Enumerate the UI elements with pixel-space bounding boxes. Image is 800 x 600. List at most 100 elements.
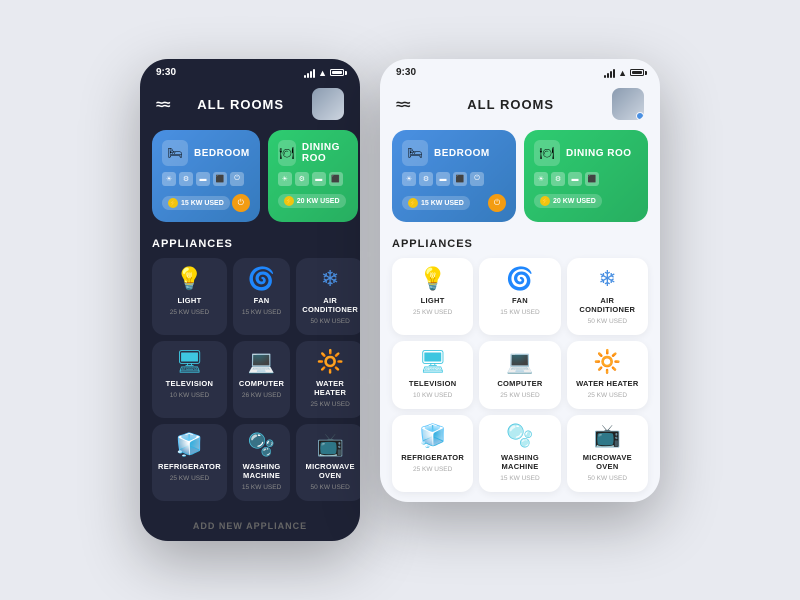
dark-appliance-tv[interactable]: 🖥 TELEVISION 10 KW USED [152, 341, 227, 418]
dark-logo: ≈≈ [156, 96, 169, 112]
light-bedroom-icon: 🛏 [402, 140, 428, 166]
l-microwave-icon: 📺 [594, 425, 621, 447]
l-fan-kw: 15 KW USED [500, 309, 539, 316]
dark-dining-card[interactable]: 🍽 DINING ROO ☀ ⚙ ▬ ⬛ ⚡ 20 KW USED [268, 130, 358, 222]
l-device-dot-6: ☀ [534, 172, 548, 186]
l-device-dot-8: ▬ [568, 172, 582, 186]
dark-appliance-fridge[interactable]: 🧊 REFRIGERATOR 25 KW USED [152, 424, 227, 501]
dark-appliance-washer[interactable]: 🫧 WASHING MACHINE 15 KW USED [233, 424, 290, 501]
dark-appliance-ac[interactable]: ❄ AIR CONDITIONER 50 KW USED [296, 258, 360, 335]
light-appliance-microwave[interactable]: 📺 MICROWAVE OVEN 50 KW USED [567, 415, 648, 492]
dark-appliance-fan[interactable]: 🌀 FAN 15 KW USED [233, 258, 290, 335]
device-dot-4: ⬛ [213, 172, 227, 186]
l-washer-name: WASHING MACHINE [485, 453, 554, 471]
light-appliance-washer[interactable]: 🫧 WASHING MACHINE 15 KW USED [479, 415, 560, 492]
light-dining-card[interactable]: 🍽 DINING ROO ☀ ⚙ ▬ ⬛ ⚡ 20 KW USED [524, 130, 648, 222]
dark-bedroom-devices: ☀ ⚙ ▬ ⬛ ⏻ [162, 172, 250, 186]
fridge-name: REFRIGERATOR [158, 462, 221, 471]
l-computer-kw: 25 KW USED [500, 392, 539, 399]
light-dining-kw: ⚡ 20 KW USED [534, 194, 602, 208]
computer-kw: 26 KW USED [242, 392, 281, 399]
light-appliance-ac[interactable]: ❄ AIR CONDITIONER 50 KW USED [567, 258, 648, 335]
l-ac-icon: ❄ [598, 268, 616, 290]
light-phone: 9:30 ▲ ≈≈ ALL ROOMS [380, 59, 660, 502]
l-ac-name: AIR CONDITIONER [573, 296, 642, 314]
light-appliances-title: APPLIANCES [380, 234, 660, 258]
l-fan-name: FAN [512, 296, 528, 305]
light-appliances-grid: 💡 LIGHT 25 KW USED 🌀 FAN 15 KW USED ❄ AI… [380, 258, 660, 502]
dark-dining-devices: ☀ ⚙ ▬ ⬛ [278, 172, 348, 186]
heater-name: WATER HEATER [302, 379, 358, 397]
computer-icon: 💻 [248, 351, 275, 373]
l-fridge-name: REFRIGERATOR [401, 453, 464, 462]
dark-bedroom-card[interactable]: 🛏 BEDROOM ☀ ⚙ ▬ ⬛ ⏻ ⚡ 15 KW USED ⏻ [152, 130, 260, 222]
device-dot-8: ▬ [312, 172, 326, 186]
light-icon: 💡 [176, 268, 203, 290]
light-status-bar: 9:30 ▲ [380, 59, 660, 82]
tv-icon: 🖥 [175, 351, 203, 373]
light-bedroom-kw: ⚡ 15 KW USED [402, 196, 470, 210]
dark-avatar[interactable] [312, 88, 344, 120]
light-appliance-computer[interactable]: 💻 COMPUTER 25 KW USED [479, 341, 560, 409]
kw-lightning: ⚡ [168, 198, 178, 208]
fan-name: FAN [254, 296, 270, 305]
light-kw: 25 KW USED [170, 309, 209, 316]
signal-icon [304, 68, 315, 78]
dark-rooms: 🛏 BEDROOM ☀ ⚙ ▬ ⬛ ⏻ ⚡ 15 KW USED ⏻ [140, 130, 360, 234]
microwave-icon: 📺 [316, 434, 343, 456]
l-device-dot-5: ⏻ [470, 172, 484, 186]
dark-add-btn[interactable]: ADD NEW APPLIANCE [140, 511, 360, 541]
dark-dining-header: 🍽 DINING ROO [278, 140, 348, 166]
device-dot-9: ⬛ [329, 172, 343, 186]
light-bedroom-devices: ☀ ⚙ ▬ ⬛ ⏻ [402, 172, 506, 186]
light-header: ≈≈ ALL ROOMS [380, 82, 660, 130]
dark-dining-name: DINING ROO [302, 142, 348, 164]
light-appliance-light[interactable]: 💡 LIGHT 25 KW USED [392, 258, 473, 335]
light-bedroom-power[interactable]: ⏻ [488, 194, 506, 212]
dark-dining-footer: ⚡ 20 KW USED [278, 194, 348, 208]
dark-appliance-heater[interactable]: 🔆 WATER HEATER 25 KW USED [296, 341, 360, 418]
dark-bedroom-kw: ⚡ 15 KW USED [162, 196, 230, 210]
light-bedroom-card[interactable]: 🛏 BEDROOM ☀ ⚙ ▬ ⬛ ⏻ ⚡ 15 KW USED ⏻ [392, 130, 516, 222]
dark-appliance-computer[interactable]: 💻 COMPUTER 26 KW USED [233, 341, 290, 418]
l-fan-icon: 🌀 [506, 268, 533, 290]
washer-name: WASHING MACHINE [239, 462, 284, 480]
l-device-dot-2: ⚙ [419, 172, 433, 186]
l-washer-icon: 🫧 [506, 425, 533, 447]
light-avatar[interactable] [612, 88, 644, 120]
light-name: LIGHT [177, 296, 201, 305]
light-kw-lightning: ⚡ [408, 198, 418, 208]
screens-container: 9:30 ▲ ≈≈ ALL ROOMS [140, 59, 660, 541]
l-heater-name: WATER HEATER [576, 379, 639, 388]
device-dot-5: ⏻ [230, 172, 244, 186]
dark-bedroom-name: BEDROOM [194, 148, 250, 159]
light-appliance-heater[interactable]: 🔆 WATER HEATER 25 KW USED [567, 341, 648, 409]
l-light-icon: 💡 [419, 268, 446, 290]
fridge-kw: 25 KW USED [170, 475, 209, 482]
light-appliance-fan[interactable]: 🌀 FAN 15 KW USED [479, 258, 560, 335]
l-light-name: LIGHT [421, 296, 445, 305]
l-fridge-icon: 🧊 [419, 425, 446, 447]
light-appliance-fridge[interactable]: 🧊 REFRIGERATOR 25 KW USED [392, 415, 473, 492]
dark-dining-kw: ⚡ 20 KW USED [278, 194, 346, 208]
washer-kw: 15 KW USED [242, 484, 281, 491]
dark-header-title: ALL ROOMS [197, 97, 284, 112]
dark-bedroom-power[interactable]: ⏻ [232, 194, 250, 212]
light-status-icons: ▲ [604, 68, 644, 78]
kw-lightning-2: ⚡ [284, 196, 294, 206]
device-dot-6: ☀ [278, 172, 292, 186]
avatar-dot [636, 112, 644, 120]
l-microwave-name: MICROWAVE OVEN [573, 453, 642, 471]
device-dot-1: ☀ [162, 172, 176, 186]
light-appliance-tv[interactable]: 🖥 TELEVISION 10 KW USED [392, 341, 473, 409]
dark-bedroom-footer: ⚡ 15 KW USED ⏻ [162, 194, 250, 212]
dark-appliance-light[interactable]: 💡 LIGHT 25 KW USED [152, 258, 227, 335]
ac-kw: 50 KW USED [310, 318, 349, 325]
light-bedroom-name: BEDROOM [434, 148, 490, 159]
light-wifi-icon: ▲ [618, 68, 627, 78]
dark-appliance-microwave[interactable]: 📺 MICROWAVE OVEN 50 KW USED [296, 424, 360, 501]
dark-time: 9:30 [156, 67, 176, 78]
heater-kw: 25 KW USED [310, 401, 349, 408]
tv-kw: 10 KW USED [170, 392, 209, 399]
l-heater-icon: 🔆 [594, 351, 621, 373]
